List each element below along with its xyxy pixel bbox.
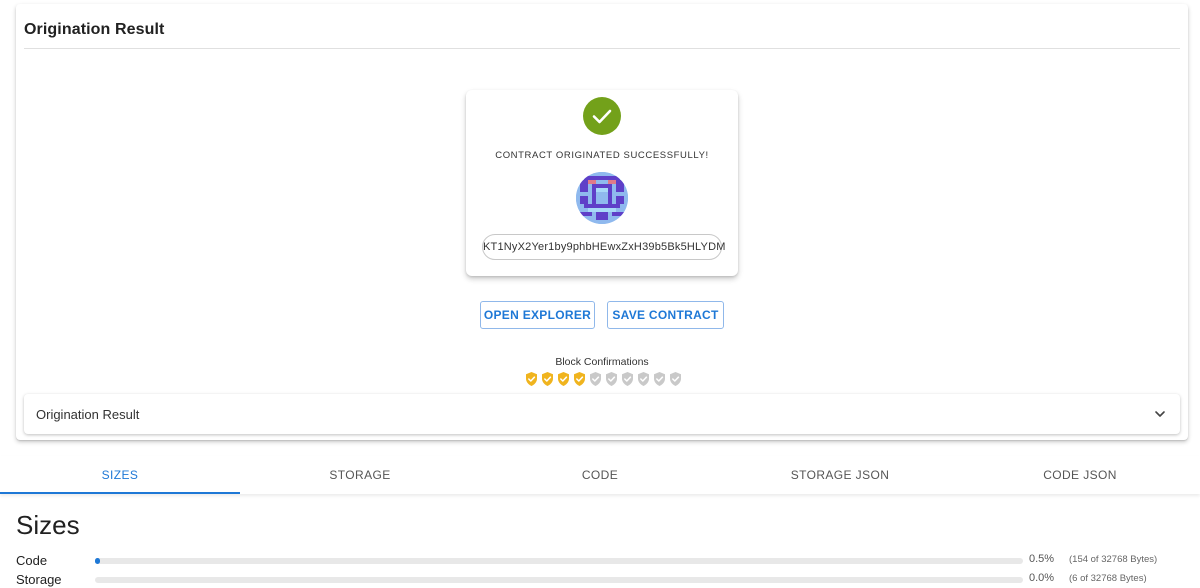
shield-pending-icon <box>652 371 667 387</box>
save-contract-button[interactable]: SAVE CONTRACT <box>607 301 724 329</box>
check-circle-icon <box>583 97 621 135</box>
size-bytes: (6 of 32768 Bytes) <box>1069 573 1147 584</box>
shield-confirmed-icon <box>556 371 571 387</box>
tab-code-json[interactable]: CODE JSON <box>960 456 1200 494</box>
size-label: Storage <box>16 572 62 587</box>
contract-address-chip[interactable]: KT1NyX2Yer1by9phbHEwxZxH39b5Bk5HLYDM <box>482 234 725 260</box>
size-row-code: Code 0.5% (154 of 32768 Bytes) <box>16 553 1200 569</box>
shield-pending-icon <box>668 371 683 387</box>
shield-pending-icon <box>588 371 603 387</box>
size-bytes: (154 of 32768 Bytes) <box>1069 554 1158 565</box>
title-divider <box>24 48 1180 49</box>
chevron-down-icon <box>1155 411 1165 417</box>
size-progress-track <box>95 558 1023 564</box>
shield-pending-icon <box>636 371 651 387</box>
shield-pending-icon <box>604 371 619 387</box>
shield-confirmed-icon <box>524 371 539 387</box>
size-progress-track <box>95 577 1023 583</box>
tab-sizes[interactable]: SIZES <box>0 456 240 494</box>
result-tabs: SIZES STORAGE CODE STORAGE JSON CODE JSO… <box>0 456 1200 494</box>
origination-result-card: Origination Result CONTRACT ORIGINATED S… <box>16 4 1188 440</box>
origination-result-expansion[interactable]: Origination Result <box>24 394 1180 434</box>
page-title: Origination Result <box>24 21 165 38</box>
tab-storage-json[interactable]: STORAGE JSON <box>720 456 960 494</box>
open-explorer-button[interactable]: OPEN EXPLORER <box>480 301 595 329</box>
size-label: Code <box>16 553 48 568</box>
block-confirmations-shields <box>524 371 683 387</box>
tab-storage[interactable]: STORAGE <box>240 456 480 494</box>
success-message: CONTRACT ORIGINATED SUCCESSFULLY! <box>495 150 709 161</box>
shield-confirmed-icon <box>540 371 555 387</box>
sizes-heading: Sizes <box>16 510 80 540</box>
shield-pending-icon <box>620 371 635 387</box>
size-progress-fill <box>95 558 100 564</box>
tab-code[interactable]: CODE <box>480 456 720 494</box>
block-confirmations-label: Block Confirmations <box>555 356 649 368</box>
shield-confirmed-icon <box>572 371 587 387</box>
success-card: CONTRACT ORIGINATED SUCCESSFULLY! KT1NyX… <box>466 90 738 276</box>
expansion-title: Origination Result <box>36 407 140 422</box>
contract-identicon <box>576 172 628 224</box>
size-percent: 0.5% <box>1029 553 1055 565</box>
size-percent: 0.0% <box>1029 572 1055 584</box>
